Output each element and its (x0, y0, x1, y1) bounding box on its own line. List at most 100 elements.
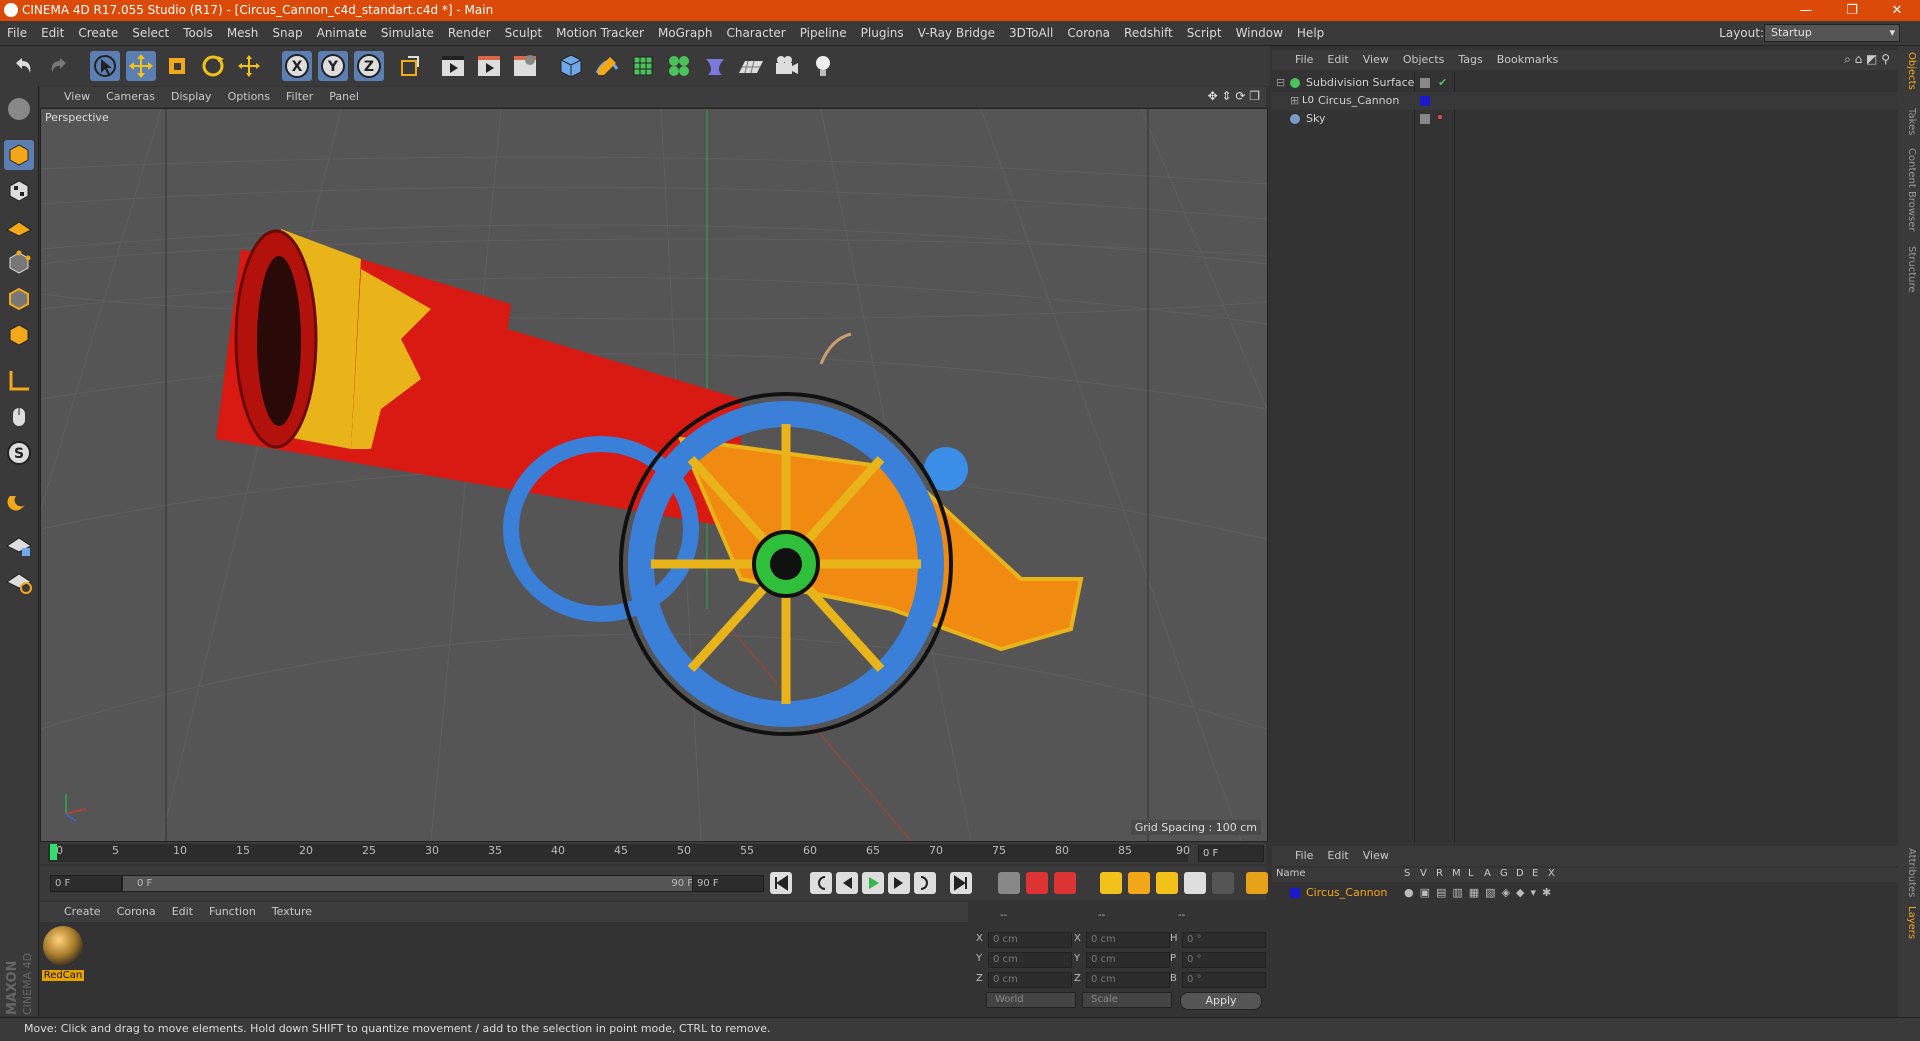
end-frame-field[interactable]: 90 F (692, 875, 764, 892)
scale-icon[interactable] (162, 51, 192, 81)
edit-render-settings-icon[interactable] (510, 51, 540, 81)
menu-animate[interactable]: Animate (310, 21, 374, 45)
material-menu-function[interactable]: Function (201, 902, 264, 922)
light-icon[interactable] (808, 51, 838, 81)
rotate-icon[interactable] (198, 51, 228, 81)
goto-prev-key-icon[interactable] (810, 872, 832, 894)
frame-range-slider[interactable]: 0 F 90 F (122, 875, 708, 892)
layer-menu-file[interactable]: File (1288, 846, 1320, 866)
menu-snap[interactable]: Snap (265, 21, 309, 45)
transform-icon[interactable] (234, 51, 264, 81)
layer-color-swatch[interactable] (1420, 96, 1430, 106)
keyframe-selection-icon[interactable] (1054, 872, 1076, 894)
tab-takes[interactable]: Takes (1901, 108, 1917, 135)
snap-icon[interactable]: S (4, 438, 34, 468)
tab-objects[interactable]: Objects (1901, 52, 1917, 90)
menu-plugins[interactable]: Plugins (854, 21, 911, 45)
menu-window[interactable]: Window (1229, 21, 1290, 45)
position-y-field[interactable]: 0 cm (988, 952, 1072, 968)
material-menu-texture[interactable]: Texture (264, 902, 320, 922)
rotation-p-field[interactable]: 0 ° (1182, 952, 1266, 968)
menu-tools[interactable]: Tools (176, 21, 220, 45)
texture-mode-icon[interactable] (4, 176, 34, 206)
goto-end-icon[interactable] (950, 872, 972, 894)
timeline[interactable]: 0 5 10 15 20 25 30 35 40 45 50 55 60 65 … (40, 842, 1266, 864)
menu-sculpt[interactable]: Sculpt (498, 21, 549, 45)
menu-edit[interactable]: Edit (34, 21, 71, 45)
material-menu-edit[interactable]: Edit (164, 902, 201, 922)
floor-icon[interactable] (736, 51, 766, 81)
enabled-check-icon[interactable]: ✔ (1438, 74, 1447, 92)
x-axis-icon[interactable]: X (282, 51, 312, 81)
menu-script[interactable]: Script (1180, 21, 1229, 45)
viewport-navigation-icons[interactable]: ✥ ⇕ ⟳ ❐ (1208, 89, 1260, 103)
planar-workplane-icon[interactable] (4, 566, 34, 596)
position-x-field[interactable]: 0 cm (988, 932, 1072, 948)
object-menu-tags[interactable]: Tags (1451, 50, 1489, 70)
close-button[interactable]: ✕ (1874, 1, 1920, 20)
menu-character[interactable]: Character (719, 21, 792, 45)
size-x-field[interactable]: 0 cm (1086, 932, 1170, 948)
object-row-sky[interactable]: Sky (1272, 110, 1898, 128)
search-home-icons[interactable]: ⌕ ⌂ ◩ ⚲ (1844, 52, 1890, 67)
menu-corona[interactable]: Corona (1060, 21, 1117, 45)
size-z-field[interactable]: 0 cm (1086, 972, 1170, 988)
tab-layers[interactable]: Layers (1901, 906, 1917, 939)
menu-file[interactable]: File (0, 21, 34, 45)
workplane-mode-icon[interactable] (4, 212, 34, 242)
object-menu-objects[interactable]: Objects (1396, 50, 1452, 70)
layer-menu-edit[interactable]: Edit (1320, 846, 1355, 866)
menu-create[interactable]: Create (71, 21, 125, 45)
apply-button[interactable]: Apply (1180, 992, 1262, 1010)
polygons-mode-icon[interactable] (4, 320, 34, 350)
next-frame-icon[interactable] (888, 872, 910, 894)
menu-redshift[interactable]: Redshift (1117, 21, 1180, 45)
render-picture-viewer-icon[interactable] (474, 51, 504, 81)
tab-structure[interactable]: Structure (1901, 246, 1917, 293)
size-y-field[interactable]: 0 cm (1086, 952, 1170, 968)
undo-icon[interactable] (8, 51, 38, 81)
object-menu-view[interactable]: View (1356, 50, 1396, 70)
menu-simulate[interactable]: Simulate (374, 21, 441, 45)
layer-row-circus-cannon[interactable]: Circus_Cannon ●▣▤▥▦▧◈◆▾✱ (1272, 884, 1898, 902)
viewport-menu-view[interactable]: View (56, 87, 98, 107)
timeline-window-icon[interactable] (1246, 872, 1268, 894)
goto-next-key-icon[interactable] (914, 872, 936, 894)
render-dot-icon[interactable] (1438, 115, 1442, 119)
autokey-icon[interactable] (1026, 872, 1048, 894)
deformer-icon[interactable] (700, 51, 730, 81)
object-menu-bookmarks[interactable]: Bookmarks (1490, 50, 1565, 70)
z-axis-icon[interactable]: Z (354, 51, 384, 81)
tab-attributes[interactable]: Attributes (1901, 848, 1917, 897)
material-menu-create[interactable]: Create (56, 902, 109, 922)
minimize-button[interactable]: — (1783, 1, 1829, 20)
edges-mode-icon[interactable] (4, 284, 34, 314)
model-mode-icon[interactable] (4, 140, 34, 170)
material-menu-corona[interactable]: Corona (109, 902, 164, 922)
size-mode-dropdown[interactable]: Scale (1082, 992, 1172, 1008)
record-active-icon[interactable] (998, 872, 1020, 894)
prev-frame-icon[interactable] (836, 872, 858, 894)
render-view-icon[interactable] (438, 51, 468, 81)
goto-start-icon[interactable] (770, 872, 792, 894)
menu-render[interactable]: Render (441, 21, 498, 45)
layer-toggle-icons[interactable]: ●▣▤▥▦▧◈◆▾✱ (1404, 884, 1557, 902)
y-axis-icon[interactable]: Y (318, 51, 348, 81)
points-mode-icon[interactable] (4, 248, 34, 278)
rotation-h-field[interactable]: 0 ° (1182, 932, 1266, 948)
lock-workplane-icon[interactable] (4, 530, 34, 560)
object-menu-edit[interactable]: Edit (1320, 50, 1355, 70)
menu-mograph[interactable]: MoGraph (651, 21, 720, 45)
make-editable-icon[interactable] (4, 94, 34, 124)
object-row-circus-cannon[interactable]: ⊞ L0 Circus_Cannon (1272, 92, 1898, 110)
restore-button[interactable]: ❐ (1829, 1, 1875, 20)
menu-help[interactable]: Help (1290, 21, 1331, 45)
visibility-toggle-icon[interactable] (1420, 114, 1430, 124)
coordinate-space-dropdown[interactable]: World (986, 992, 1076, 1008)
viewport-menu-display[interactable]: Display (163, 87, 220, 107)
perspective-viewport[interactable]: Perspective Grid Spacing : 100 cm (40, 108, 1268, 842)
play-icon[interactable] (862, 872, 884, 894)
material-name[interactable]: RedCan (42, 970, 84, 981)
object-menu-file[interactable]: File (1288, 50, 1320, 70)
viewport-menu-options[interactable]: Options (220, 87, 278, 107)
